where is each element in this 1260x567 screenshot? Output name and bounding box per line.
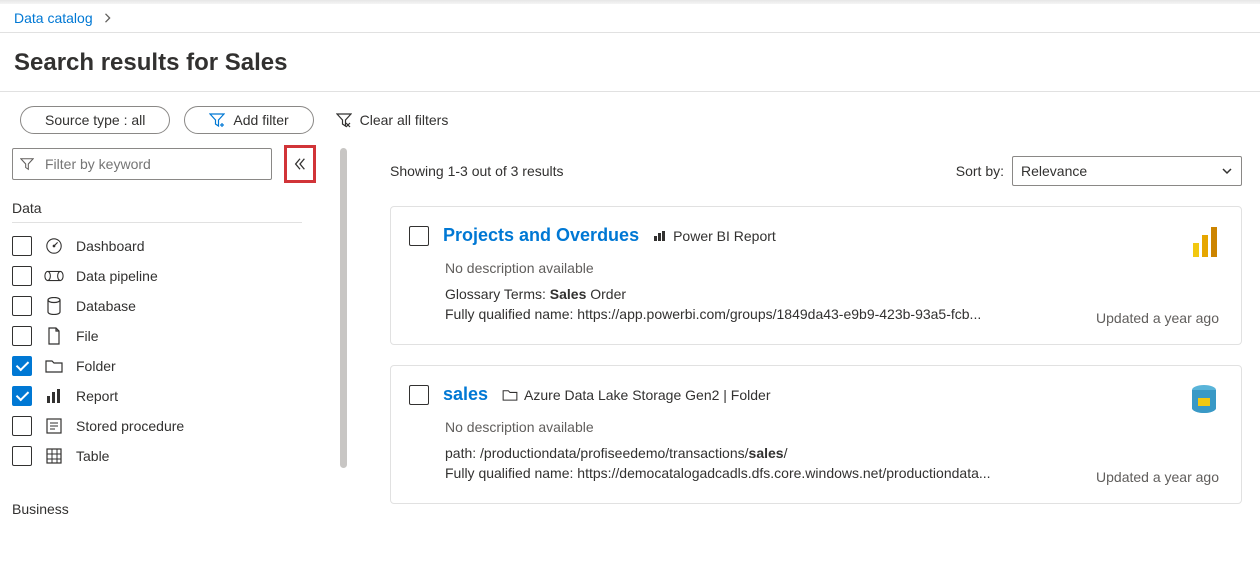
- facet-label: Dashboard: [76, 238, 145, 254]
- database-icon: [44, 297, 64, 315]
- checkbox[interactable]: [12, 236, 32, 256]
- source-type-label: Source type : all: [45, 112, 145, 128]
- facet-item-dashboard[interactable]: Dashboard: [12, 231, 346, 261]
- checkbox[interactable]: [12, 446, 32, 466]
- table-icon: [44, 448, 64, 464]
- facet-item-report[interactable]: Report: [12, 381, 346, 411]
- checkbox[interactable]: [12, 386, 32, 406]
- breadcrumb: Data catalog: [0, 4, 1260, 33]
- sort-label: Sort by:: [956, 163, 1004, 179]
- facet-item-pipeline[interactable]: Data pipeline: [12, 261, 346, 291]
- path-line: path: /productiondata/profiseedemo/trans…: [445, 445, 1219, 461]
- checkbox[interactable]: [12, 356, 32, 376]
- add-filter-label: Add filter: [233, 112, 288, 128]
- report-icon: [44, 388, 64, 404]
- result-type-label: Power BI Report: [653, 228, 776, 244]
- file-icon: [44, 327, 64, 345]
- facet-label: Data pipeline: [76, 268, 158, 284]
- sort-dropdown[interactable]: Relevance: [1012, 156, 1242, 186]
- folder-icon: [502, 389, 518, 401]
- checkbox[interactable]: [12, 416, 32, 436]
- no-description: No description available: [445, 419, 1219, 435]
- filter-clear-icon: [336, 112, 352, 128]
- results-summary: Showing 1-3 out of 3 results: [390, 163, 564, 179]
- checkbox[interactable]: [12, 266, 32, 286]
- updated-label: Updated a year ago: [1096, 310, 1219, 326]
- result-card: Projects and Overdues Power BI Report No…: [390, 206, 1242, 345]
- no-description: No description available: [445, 260, 1219, 276]
- page-title: Search results for Sales: [0, 33, 1260, 92]
- facet-heading-business: Business: [12, 501, 346, 517]
- facet-label: Stored procedure: [76, 418, 184, 434]
- scrollbar-thumb[interactable]: [340, 148, 347, 468]
- powerbi-icon: [1191, 225, 1219, 259]
- folder-icon: [44, 358, 64, 374]
- sort-value: Relevance: [1021, 163, 1087, 179]
- results-area: Showing 1-3 out of 3 results Sort by: Re…: [350, 148, 1260, 524]
- result-checkbox[interactable]: [409, 226, 429, 246]
- glossary-line: Glossary Terms: Sales Order: [445, 286, 1219, 302]
- result-type-label: Azure Data Lake Storage Gen2 | Folder: [502, 387, 770, 403]
- facet-item-sproc[interactable]: Stored procedure: [12, 411, 346, 441]
- facet-label: Table: [76, 448, 109, 464]
- filter-icon: [20, 157, 34, 171]
- result-checkbox[interactable]: [409, 385, 429, 405]
- facet-label: Report: [76, 388, 118, 404]
- facet-item-file[interactable]: File: [12, 321, 346, 351]
- facet-item-database[interactable]: Database: [12, 291, 346, 321]
- clear-filters-button[interactable]: Clear all filters: [328, 107, 457, 133]
- updated-label: Updated a year ago: [1096, 469, 1219, 485]
- facet-label: Database: [76, 298, 136, 314]
- checkbox[interactable]: [12, 296, 32, 316]
- collapse-panel-button[interactable]: [286, 149, 314, 179]
- add-filter-button[interactable]: Add filter: [184, 106, 313, 134]
- result-title-link[interactable]: sales: [443, 384, 488, 405]
- facet-item-folder[interactable]: Folder: [12, 351, 346, 381]
- checkbox[interactable]: [12, 326, 32, 346]
- filter-bar: Source type : all Add filter Clear all f…: [0, 92, 1260, 148]
- result-title-link[interactable]: Projects and Overdues: [443, 225, 639, 246]
- clear-filters-label: Clear all filters: [360, 112, 449, 128]
- divider: [12, 222, 302, 223]
- facet-label: File: [76, 328, 99, 344]
- result-card: sales Azure Data Lake Storage Gen2 | Fol…: [390, 365, 1242, 504]
- adls-icon: [1189, 384, 1219, 416]
- report-icon: [653, 230, 667, 242]
- filter-add-icon: [209, 112, 225, 128]
- facet-label: Folder: [76, 358, 116, 374]
- facet-item-table[interactable]: Table: [12, 441, 346, 471]
- facet-heading-data: Data: [12, 200, 346, 216]
- source-type-pill[interactable]: Source type : all: [20, 106, 170, 134]
- chevron-right-icon: [103, 10, 113, 26]
- chevron-down-icon: [1221, 165, 1233, 177]
- facet-panel: Data Dashboard Data pipeline Database: [0, 148, 350, 524]
- stored-procedure-icon: [44, 418, 64, 434]
- breadcrumb-root-link[interactable]: Data catalog: [14, 10, 93, 26]
- dashboard-icon: [44, 237, 64, 255]
- filter-keyword-input[interactable]: [12, 148, 272, 180]
- scrollbar[interactable]: [338, 148, 350, 524]
- pipeline-icon: [44, 269, 64, 283]
